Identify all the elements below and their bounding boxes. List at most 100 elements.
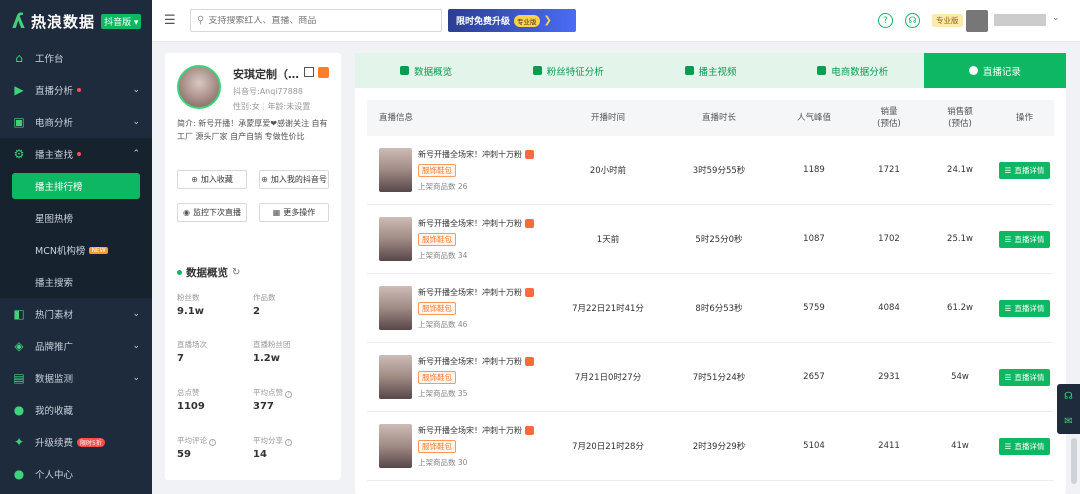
logo[interactable]: ʎ 热浪数据 抖音版 ▾: [0, 0, 152, 42]
sidebar-item-hot-material[interactable]: ◧ 热门素材 ⌄: [0, 298, 152, 330]
live-thumbnail[interactable]: [379, 217, 412, 261]
chevron-down-icon[interactable]: ⌄: [1052, 13, 1060, 23]
tab-ecommerce-data[interactable]: 电商数据分析: [782, 53, 924, 88]
goods-count: 上架商品数 35: [418, 388, 468, 398]
stat-label: 直播场次: [177, 340, 207, 349]
hot-icon: [525, 425, 534, 435]
start-time: 7月21日0时27分: [574, 373, 642, 383]
user-avatar[interactable]: [966, 10, 988, 32]
live-detail-button[interactable]: ☰ 直播详情: [998, 368, 1051, 386]
more-actions-button[interactable]: ▦ 更多操作: [259, 203, 329, 222]
sidebar-item-profile-center[interactable]: ● 个人中心: [0, 458, 152, 490]
live-thumbnail[interactable]: [379, 355, 412, 399]
peak-viewers: 1087: [803, 234, 825, 244]
page-scrollbar[interactable]: [1071, 438, 1077, 484]
sidebar-item-my-favorites[interactable]: ● 我的收藏: [0, 394, 152, 426]
sidebar-item-ecommerce-analysis[interactable]: ▣ 电商分析 ⌄: [0, 106, 152, 138]
stat-total-likes: 总点赞 1109: [177, 387, 257, 412]
sidebar-item-label: 数据监测: [35, 374, 74, 385]
sales: 2411: [878, 441, 900, 451]
tab-streamer-videos[interactable]: 播主视频: [639, 53, 781, 88]
sidebar-item-streamer-search[interactable]: ⚙ 播主查找 ⌃: [0, 138, 152, 170]
live-thumbnail[interactable]: [379, 286, 412, 330]
add-to-my-account-button[interactable]: ⊕ 加入我的抖音号: [259, 170, 329, 189]
sidebar-subitem-xingtu-hot[interactable]: 星图热榜: [0, 202, 152, 234]
live-title[interactable]: 新号开播全场宋！冲刺十万粉: [418, 287, 534, 298]
sidebar-subitem-mcn-ranking[interactable]: MCN机构榜 NEW: [0, 234, 152, 266]
live-title-text: 新号开播全场宋！冲刺十万粉: [418, 356, 522, 366]
search-box[interactable]: ⚲: [190, 9, 442, 32]
sidebar-item-brand-promotion[interactable]: ◈ 品牌推广 ⌄: [0, 330, 152, 362]
action-cell: ☰ 直播详情: [995, 161, 1054, 179]
tab-label: 直播记录: [982, 66, 1021, 78]
tab-fan-analysis[interactable]: 粉丝特征分析: [497, 53, 639, 88]
duration: 7时51分24秒: [692, 373, 746, 383]
sidebar-item-upgrade[interactable]: ✦ 升级续费 限时5折: [0, 426, 152, 458]
duration: 2时39分29秒: [692, 442, 746, 452]
help-icon[interactable]: ?: [285, 391, 292, 398]
stat-label: 作品数: [253, 293, 276, 302]
sidebar-item-label: 直播分析: [35, 86, 74, 97]
button-label: 直播详情: [1014, 234, 1045, 244]
qr-code-icon[interactable]: [304, 67, 314, 77]
sidebar-item-data-monitor[interactable]: ▤ 数据监测 ⌄: [0, 362, 152, 394]
plus-circle-icon: ⊕: [261, 175, 268, 184]
live-detail-button[interactable]: ☰ 直播详情: [998, 161, 1051, 179]
table-row: 新号开播全场宋！冲刺十万粉 服饰鞋包 上架商品数 34 1天前 5时25分0秒 …: [367, 205, 1054, 274]
live-info-cell: 新号开播全场宋！冲刺十万粉 服饰鞋包 上架商品数 35: [367, 355, 553, 399]
tab-data-overview[interactable]: 数据概览: [355, 53, 497, 88]
headset-icon[interactable]: ☊: [1064, 391, 1073, 402]
live-title[interactable]: 新号开播全场宋！冲刺十万粉: [418, 425, 534, 436]
duration: 5时25分0秒: [695, 235, 743, 245]
menu-toggle-icon[interactable]: ☰: [164, 13, 176, 28]
hot-icon: [525, 218, 534, 228]
table-row: 新号开播全场宋！冲刺十万粉 服饰鞋包 上架商品数 35 7月21日0时27分 7…: [367, 343, 1054, 412]
list-icon: ☰: [1004, 165, 1012, 175]
stat-fan-club: 直播粉丝团 1.2w: [253, 339, 333, 364]
help-icon[interactable]: ?: [285, 439, 292, 446]
goods-count: 上架商品数 34: [418, 250, 468, 260]
platform-switch[interactable]: 抖音版 ▾: [101, 13, 142, 29]
monitor-next-live-button[interactable]: ◉ 监控下次直播: [177, 203, 247, 222]
live-detail-button[interactable]: ☰ 直播详情: [998, 299, 1051, 317]
goods-count: 上架商品数 46: [418, 319, 468, 329]
header-line: (预估): [948, 119, 972, 129]
sidebar-nav: ⌂ 工作台 ▶ 直播分析 ⌄ ▣ 电商分析 ⌄ ⚙ 播主查找 ⌃ 播主排行榜 星…: [0, 42, 152, 490]
sidebar-subitem-streamer-ranking[interactable]: 播主排行榜: [12, 173, 140, 199]
wechat-icon[interactable]: ✉: [1064, 416, 1072, 427]
streamer-intro: 简介: 新号开播！承蒙厚爱❤感谢关注 自有工厂 源头厂家 自产自销 专做性价比: [177, 119, 328, 141]
list-icon: ☰: [1004, 303, 1012, 313]
sidebar-item-workbench[interactable]: ⌂ 工作台: [0, 42, 152, 74]
live-title[interactable]: 新号开播全场宋！冲刺十万粉: [418, 149, 534, 160]
live-detail-button[interactable]: ☰ 直播详情: [998, 230, 1051, 248]
help-icon[interactable]: ?: [878, 13, 893, 28]
douyin-icon[interactable]: [318, 67, 329, 78]
upgrade-promo-banner[interactable]: 限时免费升级 专业版 ❯: [448, 9, 576, 32]
live-title[interactable]: 新号开播全场宋！冲刺十万粉: [418, 356, 534, 367]
eye-icon: ◉: [183, 208, 190, 217]
sidebar-item-label: 升级续费: [35, 438, 74, 449]
live-title[interactable]: 新号开播全场宋！冲刺十万粉: [418, 218, 534, 229]
duration: 3时59分55秒: [692, 166, 746, 176]
live-detail-button[interactable]: ☰ 直播详情: [998, 437, 1051, 455]
live-thumbnail[interactable]: [379, 424, 412, 468]
user-name-blurred[interactable]: [994, 14, 1046, 26]
stat-value: 9.1w: [177, 306, 204, 317]
table-row: 新号开播全场宋！冲刺十万粉 服饰鞋包 上架商品数 46 7月22日21时41分 …: [367, 274, 1054, 343]
live-title-text: 新号开播全场宋！冲刺十万粉: [418, 287, 522, 297]
refresh-icon[interactable]: ↻: [232, 267, 240, 278]
live-title-text: 新号开播全场宋！冲刺十万粉: [418, 218, 522, 228]
help-icon[interactable]: ?: [209, 439, 216, 446]
tab-label: 电商数据分析: [831, 66, 889, 78]
sidebar-group-streamer-search: ⚙ 播主查找 ⌃ 播主排行榜 星图热榜 MCN机构榜 NEW 播主搜索: [0, 138, 152, 298]
add-favorite-button[interactable]: ⊕ 加入收藏: [177, 170, 247, 189]
headset-icon[interactable]: ☊: [905, 13, 920, 28]
grid-icon: ▦: [272, 208, 281, 217]
tab-live-records[interactable]: 直播记录: [923, 53, 1067, 88]
live-info-cell: 新号开播全场宋！冲刺十万粉 服饰鞋包 上架商品数 26: [367, 148, 553, 192]
sidebar-item-live-analysis[interactable]: ▶ 直播分析 ⌄: [0, 74, 152, 106]
sidebar-subitem-streamer-search[interactable]: 播主搜索: [0, 266, 152, 298]
search-input[interactable]: [208, 15, 429, 26]
sidebar-item-label: 个人中心: [35, 470, 74, 481]
live-thumbnail[interactable]: [379, 148, 412, 192]
